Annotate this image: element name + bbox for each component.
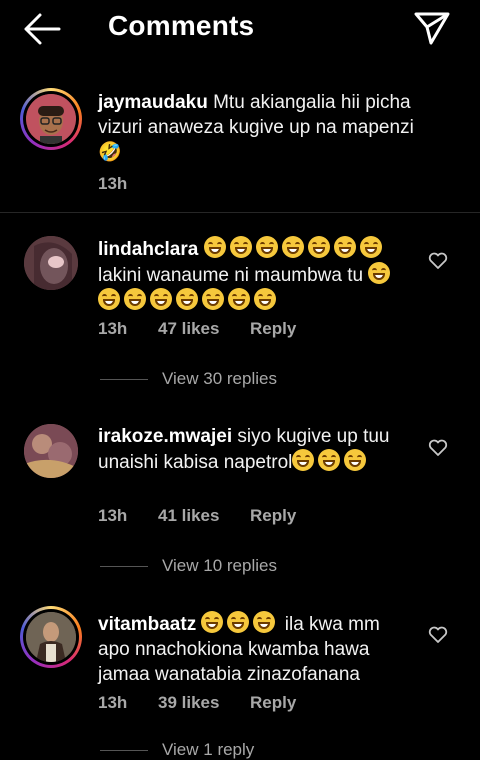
- heart-outline-icon[interactable]: [428, 252, 448, 270]
- caption-text: jaymaudaku Mtu akiangalia hii picha vizu…: [98, 90, 418, 165]
- view-replies-label[interactable]: View 1 reply: [162, 740, 254, 760]
- reply-button[interactable]: Reply: [250, 319, 296, 339]
- grinning-face-emoji: [228, 288, 250, 310]
- grinning-face-emoji: [203, 236, 226, 258]
- comment-username[interactable]: irakoze.mwajei: [98, 426, 232, 447]
- grinning-face-emoji: [344, 449, 367, 471]
- grinning-face-emoji-row: [203, 236, 386, 260]
- grinning-face-emoji: [318, 449, 341, 471]
- comment-username[interactable]: lindahclara: [98, 239, 198, 260]
- reply-button[interactable]: Reply: [250, 506, 296, 526]
- view-replies-label[interactable]: View 30 replies: [162, 369, 277, 389]
- likes-count[interactable]: 47 likes: [158, 319, 219, 339]
- comment-time: 13h: [98, 693, 128, 712]
- avatar[interactable]: [20, 88, 82, 150]
- heart-outline-icon[interactable]: [428, 626, 448, 644]
- user-photo: [26, 612, 76, 662]
- caption-username[interactable]: jaymaudaku: [98, 92, 208, 113]
- caption-time: 13h: [98, 174, 128, 193]
- grinning-face-emoji: [202, 288, 224, 310]
- avatar[interactable]: [24, 424, 78, 478]
- divider: [100, 750, 148, 751]
- likes-count[interactable]: 41 likes: [158, 506, 219, 526]
- avatar[interactable]: [20, 606, 82, 668]
- comment-text: irakoze.mwajei siyo kugive up tuu unaish…: [98, 424, 398, 475]
- comment-time: 13h: [98, 506, 128, 525]
- grinning-face-emoji: [307, 236, 330, 258]
- reply-button[interactable]: Reply: [250, 693, 296, 713]
- comment-text: vitambaatz ila kwa mm apo nnachokiona kw…: [98, 611, 398, 687]
- grinning-face-emoji: [253, 611, 276, 633]
- grinning-face-emoji: [229, 236, 252, 258]
- arrow-left-icon[interactable]: [22, 12, 62, 46]
- user-photo: [24, 236, 78, 290]
- paper-plane-icon[interactable]: [412, 10, 452, 46]
- grinning-face-emoji-row: [292, 449, 370, 473]
- grinning-face-emoji: [254, 288, 276, 310]
- grinning-face-emoji-row: [201, 611, 279, 635]
- view-replies-label[interactable]: View 10 replies: [162, 556, 277, 576]
- comment-text: lindahclara lakini wanaume ni maumbwa tu: [98, 236, 398, 314]
- grinning-face-emoji: [124, 288, 146, 310]
- user-photo: [24, 424, 78, 478]
- header: Comments: [0, 0, 480, 56]
- grinning-face-emoji: [98, 288, 120, 310]
- grinning-face-emoji: [255, 236, 278, 258]
- grinning-face-emoji: [333, 236, 356, 258]
- grinning-face-emoji: [281, 236, 304, 258]
- comment-time: 13h: [98, 319, 128, 338]
- page-title: Comments: [108, 10, 255, 41]
- grinning-face-emoji: [176, 288, 198, 310]
- grinning-face-emoji: [150, 288, 172, 310]
- memoji-avatar-image: [26, 94, 76, 144]
- grinning-face-emoji: [359, 236, 382, 258]
- comment-username[interactable]: vitambaatz: [98, 614, 196, 635]
- heart-outline-icon[interactable]: [428, 439, 448, 457]
- likes-count[interactable]: 39 likes: [158, 693, 219, 713]
- avatar[interactable]: [24, 236, 78, 290]
- grinning-face-emoji: [368, 262, 391, 284]
- divider: [100, 379, 148, 380]
- grinning-face-emoji: [227, 611, 250, 633]
- comment-body: lakini wanaume ni maumbwa tu: [98, 265, 364, 286]
- grinning-face-emoji: [292, 449, 315, 471]
- grinning-face-emoji: [201, 611, 224, 633]
- divider: [100, 566, 148, 567]
- divider: [0, 212, 480, 213]
